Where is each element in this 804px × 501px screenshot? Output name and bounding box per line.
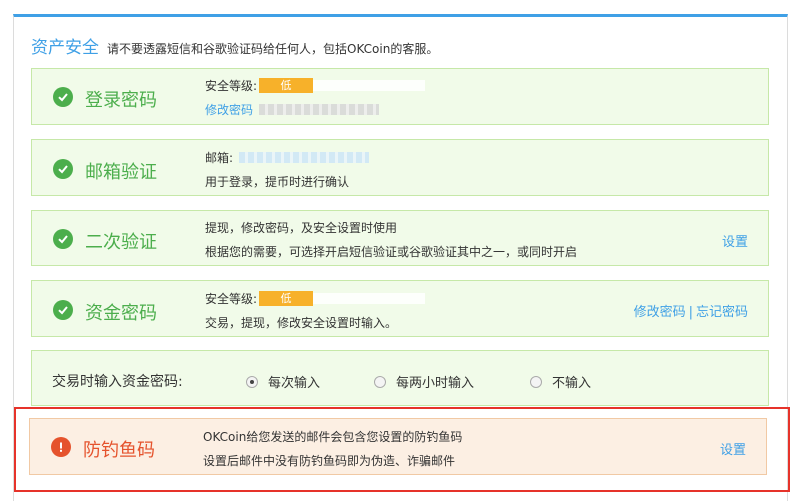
masked-email (239, 152, 370, 163)
check-circle-icon (53, 229, 73, 249)
fund-password-title: 资金密码 (85, 303, 157, 324)
email-verification-card: 邮箱验证 邮箱: 用于登录，提币时进行确认 (31, 139, 769, 196)
anti-phishing-desc-1: OKCoin给您发送的邮件会包含您设置的防钓鱼码 (203, 429, 463, 444)
radio-unselected[interactable] (374, 375, 386, 388)
two-factor-card: 二次验证 提现，修改密码，及安全设置时使用 根据您的需要，可选择开启短信验证或谷… (31, 210, 769, 266)
section-header: 资产安全 请不要透露短信和谷歌验证码给任何人，包括OKCoin的客服。 (31, 33, 439, 58)
radio-selected[interactable] (246, 375, 258, 388)
security-level-label: 安全等级: (205, 78, 258, 93)
change-fund-password-link[interactable]: 修改密码 (634, 305, 686, 320)
section-title: 资产安全 (31, 38, 99, 58)
radio-unselected[interactable] (530, 375, 542, 388)
option-every-two-hours[interactable]: 每两小时输入 (374, 372, 474, 391)
security-level-bar (313, 80, 426, 91)
check-circle-icon (53, 159, 73, 179)
trade-password-option-card: 交易时输入资金密码: 每次输入 每两小时输入 不输入 (31, 350, 769, 406)
two-factor-setup-link[interactable]: 设置 (722, 231, 748, 250)
two-factor-desc-1: 提现，修改密码，及安全设置时使用 (205, 220, 398, 235)
option-never[interactable]: 不输入 (530, 372, 591, 391)
forgot-fund-password-link[interactable]: 忘记密码 (696, 305, 748, 320)
check-circle-icon (53, 87, 73, 107)
security-level-label: 安全等级: (205, 291, 258, 306)
anti-phishing-card: 防钓鱼码 OKCoin给您发送的邮件会包含您设置的防钓鱼码 设置后邮件中没有防钓… (29, 418, 767, 475)
two-factor-desc-2: 根据您的需要，可选择开启短信验证或谷歌验证其中之一，或同时开启 (205, 244, 578, 259)
login-password-title: 登录密码 (85, 90, 157, 111)
security-level-badge: 低 (259, 291, 314, 306)
login-password-card: 登录密码 安全等级: 低 修改密码 (31, 68, 769, 125)
fund-password-card: 资金密码 安全等级: 低 交易，提现，修改安全设置时输入。 修改密码 | 忘记密码 (31, 280, 769, 337)
exclamation-icon (51, 437, 71, 457)
fund-password-description: 交易，提现，修改安全设置时输入。 (205, 315, 398, 330)
anti-phishing-setup-link[interactable]: 设置 (720, 439, 746, 458)
email-description: 用于登录，提币时进行确认 (205, 174, 350, 189)
link-separator: | (688, 305, 693, 320)
option-label: 每次输入 (268, 376, 321, 391)
trade-password-label: 交易时输入资金密码: (52, 374, 183, 390)
email-label: 邮箱: (205, 150, 234, 165)
option-label: 每两小时输入 (396, 376, 475, 391)
check-circle-icon (53, 300, 73, 320)
email-verification-title: 邮箱验证 (85, 162, 157, 183)
option-label: 不输入 (552, 376, 592, 391)
security-notice: 请不要透露短信和谷歌验证码给任何人，包括OKCoin的客服。 (107, 42, 439, 56)
security-level-bar (313, 293, 426, 304)
anti-phishing-desc-2: 设置后邮件中没有防钓鱼码即为伪造、诈骗邮件 (203, 453, 456, 468)
anti-phishing-title: 防钓鱼码 (83, 440, 155, 461)
masked-account (259, 104, 380, 115)
two-factor-title: 二次验证 (85, 232, 157, 253)
security-level-badge: 低 (259, 78, 314, 93)
option-every-time[interactable]: 每次输入 (246, 372, 320, 391)
change-login-password-link[interactable]: 修改密码 (205, 104, 253, 116)
anti-phishing-highlight: 防钓鱼码 OKCoin给您发送的邮件会包含您设置的防钓鱼码 设置后邮件中没有防钓… (14, 407, 790, 492)
